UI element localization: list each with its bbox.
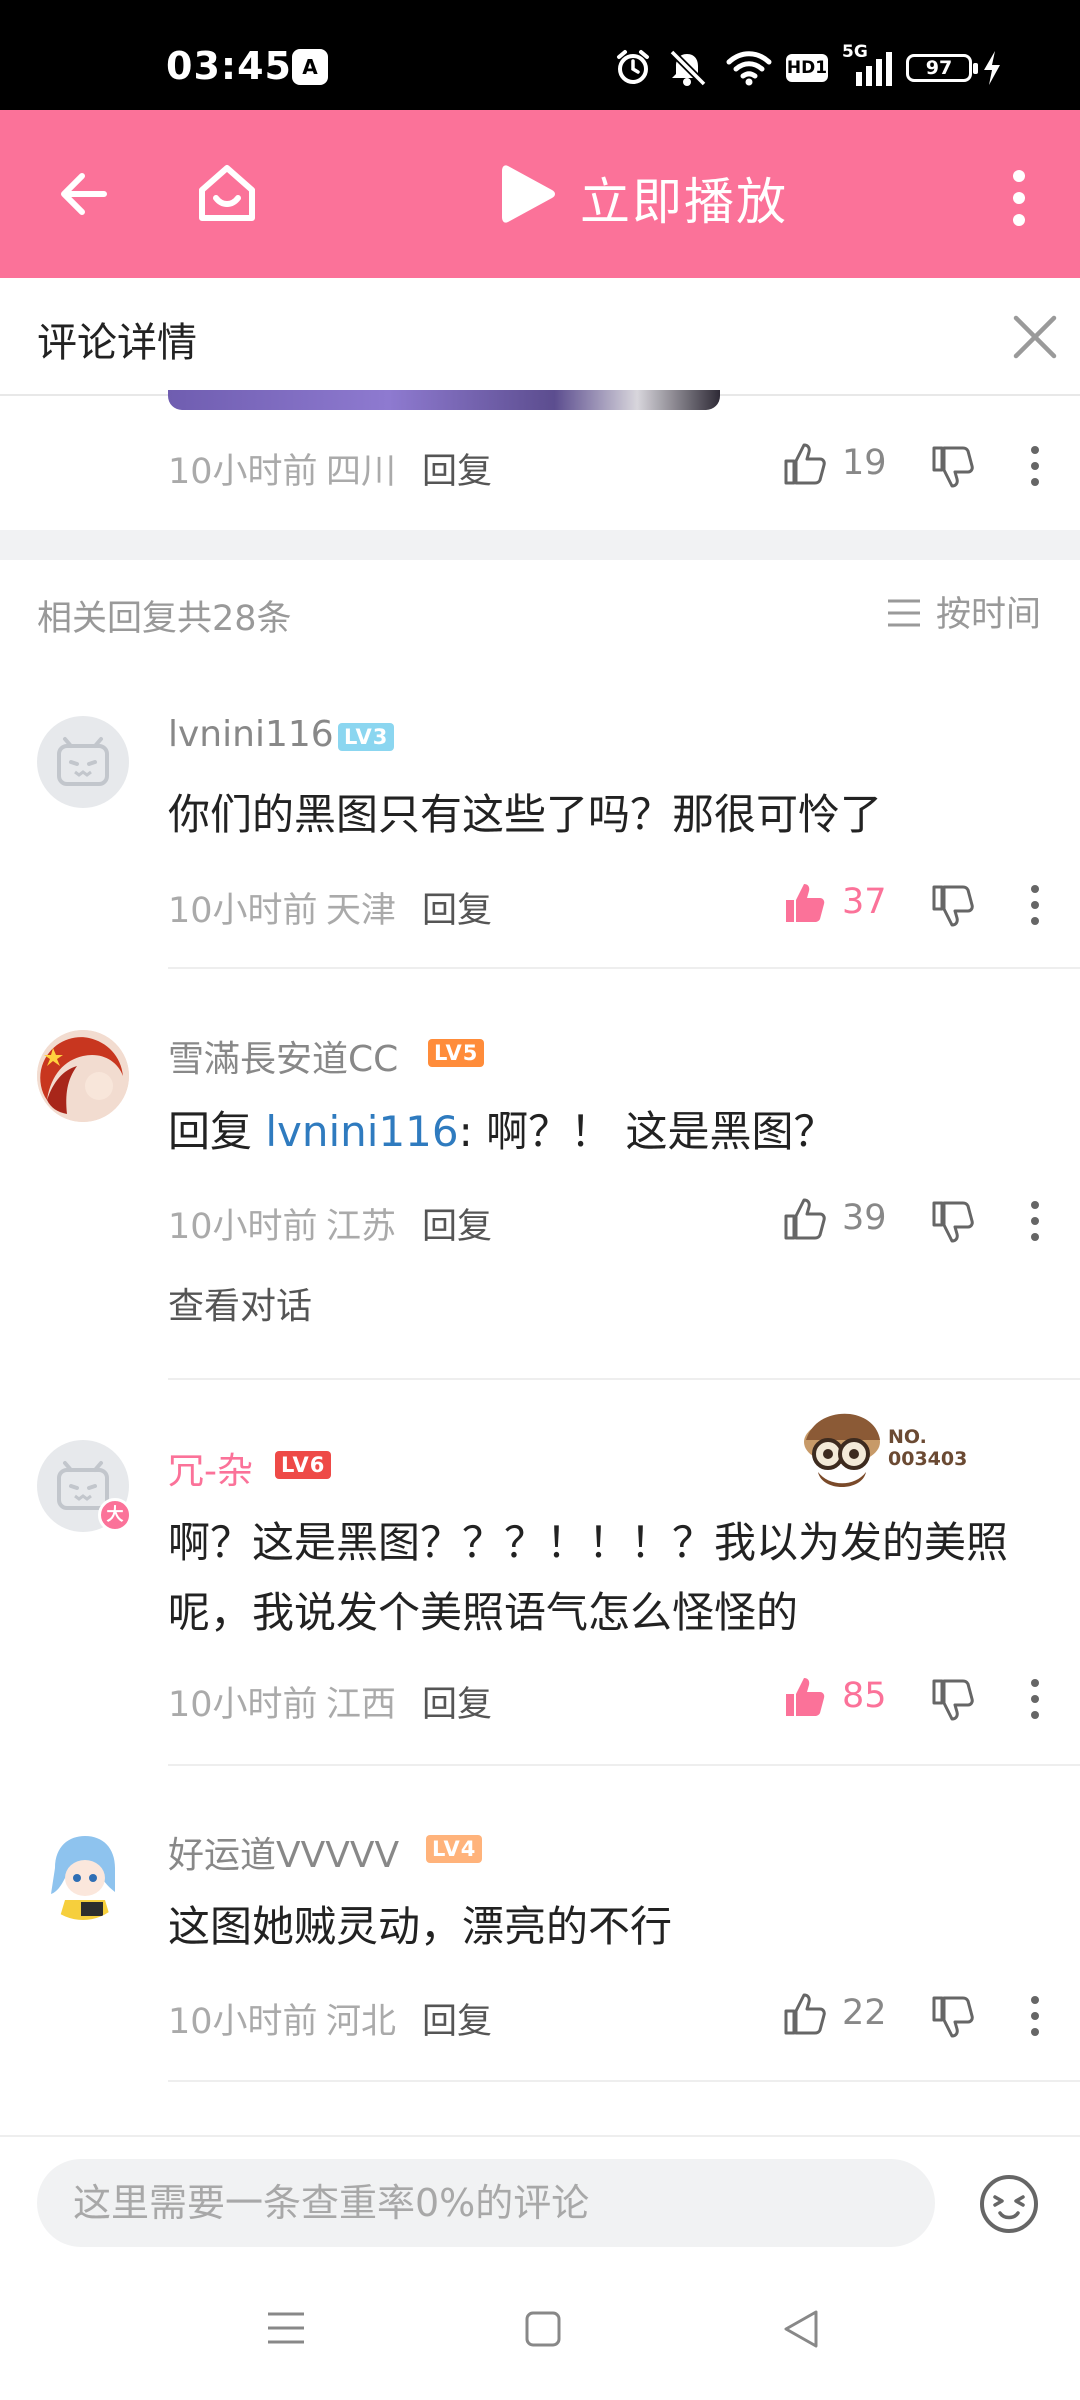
detective-character-icon [804, 1413, 880, 1487]
comment-time: 10小时前 [168, 2002, 318, 2042]
username[interactable]: 冗-杂 [168, 1442, 253, 1494]
row-divider [168, 1378, 1080, 1380]
avatar[interactable] [37, 1030, 129, 1122]
parent-comment-location: 四川 [326, 452, 397, 492]
ai-icon: A [292, 49, 328, 85]
play-now-label: 立即播放 [580, 173, 788, 231]
fan-badge-number: NO. 003403 [888, 1426, 968, 1470]
comment-content: 啊？这是黑图？？？！！！？我以为发的美照呢，我说发个美照语气怎么怪怪的 [168, 1518, 1009, 1637]
like-count: 85 [842, 1676, 887, 1716]
more-vertical-icon[interactable] [1004, 168, 1034, 228]
avatar[interactable] [37, 1828, 129, 1920]
status-bar: 03:45 A HD1 5G 97 [0, 0, 1080, 110]
row-divider [168, 967, 1080, 969]
comment-content: 回复 lvnini116: 啊？！ 这是黑图？ [168, 1097, 1048, 1167]
reply-button[interactable]: 回复 [422, 1993, 492, 2044]
like-icon[interactable] [782, 441, 828, 487]
view-conversation-link[interactable]: 查看对话 [168, 1277, 312, 1329]
comment-input[interactable] [37, 2159, 935, 2247]
level-badge: LV6 [275, 1451, 332, 1479]
dislike-icon[interactable] [930, 1677, 976, 1723]
wifi-icon [726, 51, 772, 86]
hd-icon: HD1 [786, 54, 828, 82]
replies-count: 相关回复共28条 [37, 599, 292, 639]
parent-like-count: 19 [842, 443, 887, 483]
home-square-icon[interactable] [524, 2310, 562, 2348]
parent-comment-time: 10小时前 [168, 452, 318, 492]
alarm-icon [617, 50, 649, 84]
parent-reply-button[interactable]: 回复 [422, 443, 492, 494]
more-vertical-icon[interactable] [1024, 444, 1046, 488]
vip-badge: 大 [98, 1498, 132, 1532]
battery-icon: 97 [906, 54, 978, 82]
close-icon[interactable] [1012, 314, 1058, 360]
comment-detail-header: 评论详情 [0, 278, 1080, 396]
like-filled-icon[interactable] [782, 880, 828, 926]
more-vertical-icon[interactable] [1024, 1677, 1046, 1721]
dislike-icon[interactable] [930, 444, 976, 490]
mute-icon [669, 49, 707, 87]
like-count: 37 [842, 882, 887, 922]
comment-time: 10小时前 [168, 1685, 318, 1725]
sort-label: 按时间 [936, 595, 1042, 635]
emoji-icon[interactable] [978, 2173, 1040, 2235]
comment-time: 10小时前 [168, 891, 318, 931]
comment-input-bar [0, 2135, 1080, 2260]
comment-time: 10小时前 [168, 1207, 318, 1247]
mention-link[interactable]: lvnini116 [265, 1107, 458, 1156]
comment-location: 天津 [326, 891, 397, 931]
comment-location: 江苏 [326, 1207, 397, 1247]
row-divider [168, 1764, 1080, 1766]
top-toolbar: 立即播放 [0, 110, 1080, 278]
play-icon [502, 165, 555, 223]
user-avatar-image [37, 1030, 129, 1122]
comment-location: 江西 [326, 1685, 397, 1725]
level-badge: LV5 [428, 1039, 485, 1067]
comment-location: 河北 [326, 2002, 397, 2042]
comment-text: : 啊？！ 这是黑图？ [458, 1107, 836, 1156]
default-tv-avatar-icon [57, 737, 109, 786]
username[interactable]: 好运道VVVVV [168, 1826, 399, 1878]
signal-icon [856, 52, 892, 86]
more-vertical-icon[interactable] [1024, 1199, 1046, 1243]
like-count: 22 [842, 1993, 887, 2033]
reply-button[interactable]: 回复 [422, 1676, 492, 1727]
username[interactable]: lvnini116 [168, 714, 334, 755]
reply-button[interactable]: 回复 [422, 1198, 492, 1249]
comment-content: 你们的黑图只有这些了吗？那很可怜了 [168, 790, 883, 839]
status-time: 03:45 [166, 44, 292, 88]
level-badge: LV4 [426, 1835, 483, 1863]
back-triangle-icon[interactable] [780, 2308, 820, 2350]
comment-detail-title: 评论详情 [37, 320, 197, 366]
system-nav-bar [0, 2260, 1080, 2400]
dislike-icon[interactable] [930, 883, 976, 929]
user-avatar-image [51, 1836, 115, 1920]
section-divider [0, 530, 1080, 560]
more-vertical-icon[interactable] [1024, 1994, 1046, 2038]
sort-lines-icon [888, 599, 920, 627]
avatar[interactable] [37, 716, 129, 808]
like-icon[interactable] [782, 1196, 828, 1242]
level-badge: LV3 [338, 723, 395, 751]
reply-prefix: 回复 [168, 1107, 266, 1156]
row-divider [168, 2080, 1080, 2082]
like-count: 39 [842, 1198, 887, 1238]
dislike-icon[interactable] [930, 1994, 976, 2040]
menu-icon[interactable] [266, 2310, 306, 2346]
like-icon[interactable] [782, 1991, 828, 2037]
comment-content: 这图她贼灵动，漂亮的不行 [168, 1902, 673, 1951]
username[interactable]: 雪滿長安道CC [168, 1030, 398, 1082]
back-arrow-icon[interactable] [56, 166, 112, 222]
charging-icon [984, 51, 1000, 85]
parent-comment-image[interactable] [168, 390, 720, 410]
home-icon[interactable] [194, 160, 260, 226]
fan-badge: NO. 003403 [792, 1402, 992, 1502]
dislike-icon[interactable] [930, 1199, 976, 1245]
more-vertical-icon[interactable] [1024, 883, 1046, 927]
like-filled-icon[interactable] [782, 1674, 828, 1720]
reply-button[interactable]: 回复 [422, 882, 492, 933]
